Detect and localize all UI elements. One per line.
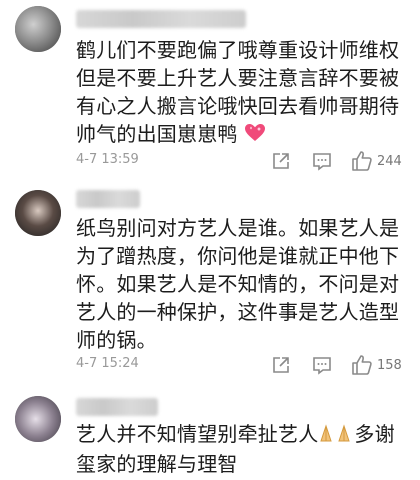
comment-text-before: 艺人并不知情望别牵扯艺人	[76, 422, 319, 446]
comment-date: 4-7 13:59	[76, 152, 139, 167]
avatar[interactable]	[15, 6, 61, 52]
username-blurred[interactable]	[76, 10, 246, 28]
username-blurred[interactable]	[76, 190, 140, 208]
reply-button[interactable]	[312, 354, 332, 376]
comment-text-content: 纸鸟别问对方艺人是谁。如果艺人是为了蹭热度，你问他是谁就正中他下怀。如果艺人是不…	[76, 216, 400, 352]
share-icon	[273, 153, 289, 169]
comment-icon	[313, 357, 331, 375]
like-button[interactable]: 158	[351, 354, 402, 376]
comment-meta: 4-7 15:24 158	[76, 354, 412, 376]
comment-icon	[313, 153, 331, 171]
avatar[interactable]	[15, 190, 61, 236]
comment-text: 艺人并不知情望别牵扯艺人 多谢玺家的理解与理智	[76, 420, 412, 478]
comment-text-content: 鹤儿们不要跑偏了哦尊重设计师维权但是不要上升艺人要注意言辞不要被有心之人搬言论哦…	[76, 38, 400, 146]
thumbs-up-icon	[352, 355, 372, 375]
avatar[interactable]	[15, 396, 61, 442]
folded-hands-icon	[318, 422, 354, 450]
like-count: 244	[377, 153, 402, 169]
like-count: 158	[377, 357, 402, 373]
share-button[interactable]	[271, 354, 291, 376]
comment-text: 鹤儿们不要跑偏了哦尊重设计师维权但是不要上升艺人要注意言辞不要被有心之人搬言论哦…	[76, 36, 412, 150]
comment-meta: 4-7 13:59 244	[76, 150, 412, 172]
comment-date: 4-7 15:24	[76, 356, 139, 371]
like-button[interactable]: 244	[351, 150, 402, 172]
thumbs-up-icon	[352, 151, 372, 171]
comment-text: 纸鸟别问对方艺人是谁。如果艺人是为了蹭热度，你问他是谁就正中他下怀。如果艺人是不…	[76, 214, 412, 354]
sparkling-heart-icon	[244, 122, 266, 150]
reply-button[interactable]	[312, 150, 332, 172]
share-button[interactable]	[271, 150, 291, 172]
share-icon	[273, 357, 289, 373]
username-blurred[interactable]	[76, 398, 158, 416]
